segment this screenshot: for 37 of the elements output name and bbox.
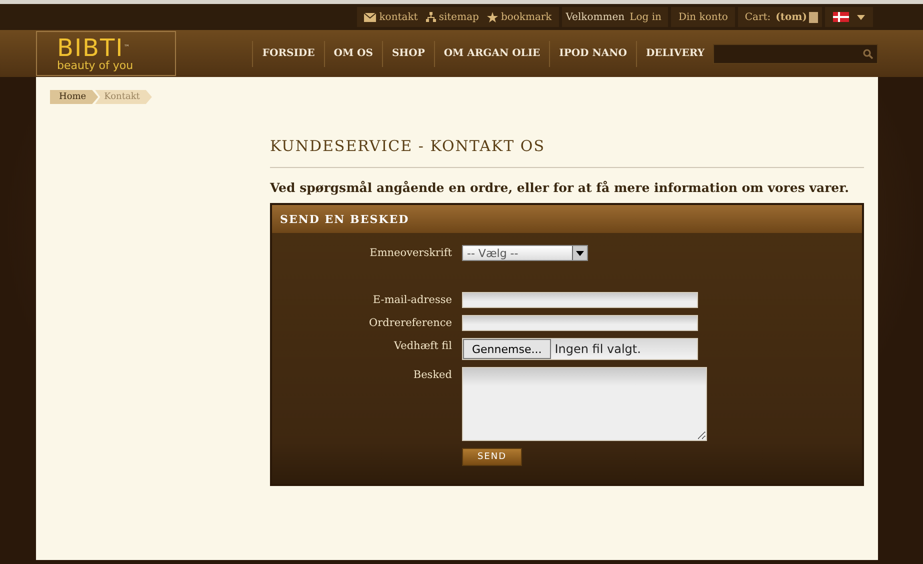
file-field[interactable]: Gennemse... Ingen fil valgt. bbox=[462, 338, 698, 360]
nav-link[interactable]: OM OS bbox=[324, 40, 382, 66]
field-label: Ordrereference bbox=[368, 316, 452, 331]
top-link[interactable]: bookmark bbox=[484, 12, 555, 22]
field-label: Vedhæft fil bbox=[394, 339, 452, 354]
field-label: E-mail-adresse bbox=[372, 293, 452, 308]
nav-link[interactable]: IPOD NANO bbox=[549, 40, 636, 66]
bag-icon bbox=[809, 12, 818, 22]
flag-icon[interactable] bbox=[833, 12, 849, 22]
file-status: Ingen fil valgt. bbox=[554, 342, 641, 356]
welcome-text: Velkommen bbox=[566, 12, 625, 22]
star-icon bbox=[486, 12, 498, 22]
top-link[interactable]: sitemap bbox=[422, 12, 482, 22]
caret-icon[interactable] bbox=[857, 14, 865, 20]
login-link[interactable]: Log in bbox=[626, 12, 664, 22]
field-label: Emneoverskrift bbox=[370, 246, 452, 261]
nav-link[interactable]: FORSIDE bbox=[252, 40, 324, 66]
browse-button[interactable]: Gennemse... bbox=[463, 339, 551, 359]
cart-label[interactable]: Cart: bbox=[742, 12, 774, 22]
nav-link[interactable]: OM ARGAN OLIE bbox=[434, 40, 550, 66]
cart-status: (tom) bbox=[776, 12, 807, 22]
top-link[interactable]: kontakt bbox=[361, 12, 421, 22]
intro-text: Ved spørgsmål angående en ordre, eller for at få mere information om vores varer. bbox=[270, 180, 850, 195]
input-field[interactable] bbox=[462, 292, 698, 308]
search-field[interactable] bbox=[713, 44, 878, 64]
input-field[interactable] bbox=[462, 315, 698, 331]
search-icon[interactable] bbox=[863, 48, 873, 58]
panel-title: SEND EN BESKED bbox=[280, 212, 410, 226]
field-label: Besked bbox=[413, 368, 452, 383]
sitemap-icon bbox=[426, 12, 436, 22]
breadcrumb-link[interactable]: Home bbox=[50, 90, 98, 104]
subject-select[interactable]: -- Vælg -- bbox=[462, 245, 588, 261]
page-title: KUNDESERVICE - KONTAKT OS bbox=[270, 137, 864, 168]
message-field[interactable] bbox=[462, 367, 707, 441]
send-button[interactable]: SEND bbox=[462, 448, 522, 466]
nav-link[interactable]: SHOP bbox=[382, 40, 434, 66]
mail-icon bbox=[364, 12, 376, 22]
